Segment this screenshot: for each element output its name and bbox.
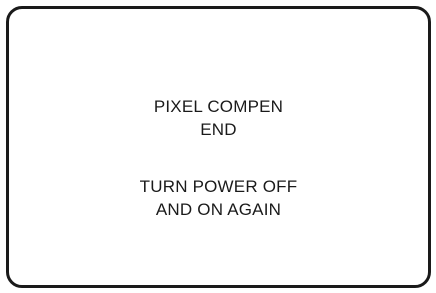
display-screen: PIXEL COMPEN END TURN POWER OFF AND ON A… bbox=[6, 6, 431, 288]
status-line-pixel-compen: PIXEL COMPEN bbox=[153, 97, 284, 116]
status-line-end: END bbox=[200, 120, 237, 139]
instruction-line-on-again: AND ON AGAIN bbox=[155, 200, 282, 219]
instruction-line-turn-power-off: TURN POWER OFF bbox=[139, 177, 298, 196]
